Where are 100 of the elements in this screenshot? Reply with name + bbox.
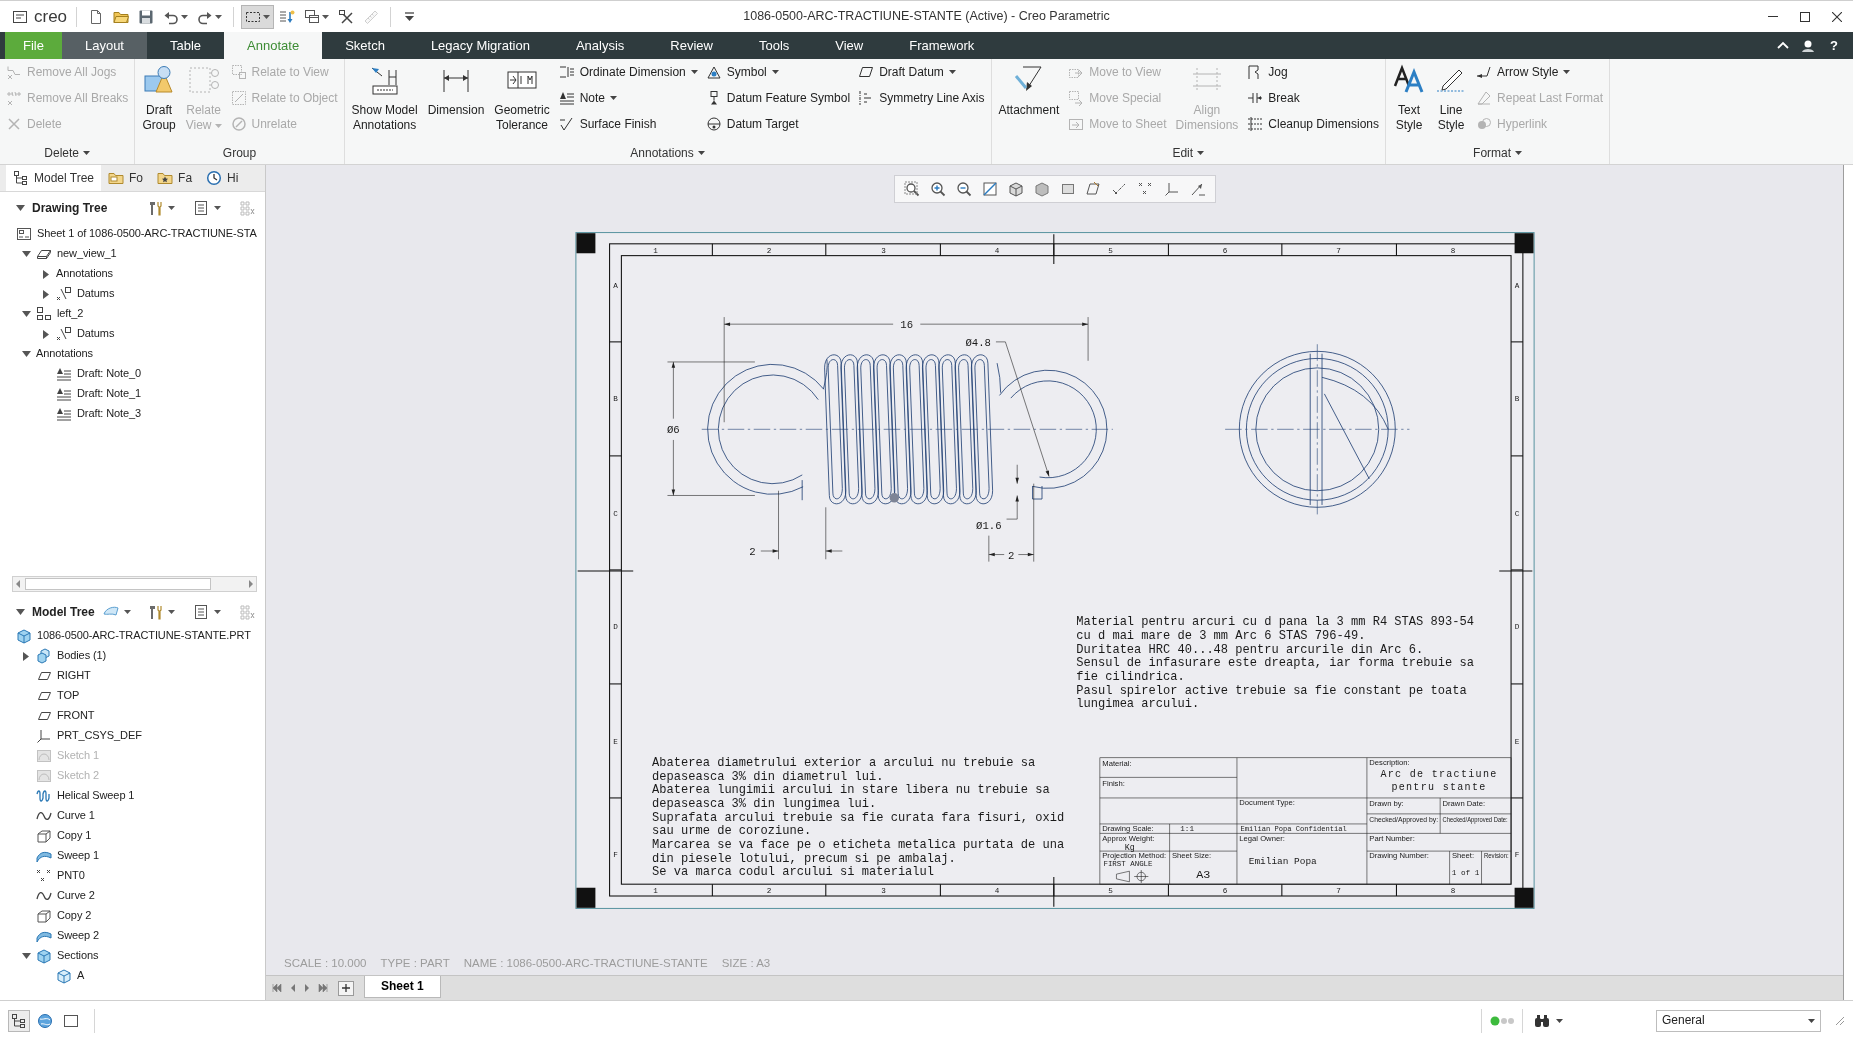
- ribbon-tab[interactable]: Annotate: [224, 32, 323, 59]
- panel-tab[interactable]: Fa: [150, 165, 200, 191]
- ribbon-button[interactable]: Attachment: [995, 59, 1063, 118]
- filter-dropdown[interactable]: General: [1656, 1009, 1821, 1032]
- tree-item[interactable]: left_2: [16, 304, 84, 324]
- ribbon-button[interactable]: Draft Datum: [856, 59, 987, 85]
- cube-icon[interactable]: [1007, 181, 1024, 197]
- previous-sheet-icon[interactable]: [290, 984, 296, 992]
- tree-item[interactable]: Bodies (1): [16, 646, 107, 666]
- scrollbar[interactable]: [12, 576, 257, 592]
- panel-tab[interactable]: Model Tree: [6, 165, 102, 191]
- tree-item[interactable]: 1086-0500-ARC-TRACTIUNE-STANTE.PRT: [16, 626, 251, 646]
- tree-item[interactable]: PRT_CSYS_DEF: [16, 726, 142, 746]
- ribbon-tab[interactable]: Review: [647, 32, 736, 59]
- ribbon-tab[interactable]: Table: [147, 32, 225, 59]
- scroll-left-icon[interactable]: [15, 580, 21, 588]
- ribbon-button[interactable]: Datum Feature Symbol: [703, 85, 853, 111]
- tree-item[interactable]: Datums: [36, 324, 115, 344]
- ribbon-tab[interactable]: Tools: [735, 32, 813, 59]
- tree-item[interactable]: Curve 1: [16, 806, 95, 826]
- toggle-button[interactable]: [8, 1009, 30, 1032]
- caret-right-icon[interactable]: [43, 329, 49, 339]
- tree-item[interactable]: PNT0: [16, 866, 85, 886]
- tree-item[interactable]: RIGHT: [16, 666, 91, 686]
- zoom-out-icon[interactable]: [955, 181, 972, 197]
- help-button[interactable]: ?: [1827, 37, 1841, 54]
- caret-right-icon[interactable]: [43, 289, 49, 299]
- list-icon[interactable]: [193, 200, 209, 216]
- tree-item[interactable]: Annotations: [16, 344, 93, 364]
- tree-item[interactable]: A: [36, 966, 85, 986]
- tree-item[interactable]: Helical Sweep 1: [16, 786, 135, 806]
- hexagon-icon[interactable]: [1033, 181, 1050, 197]
- tree-item[interactable]: Draft: Note_3: [36, 404, 142, 424]
- tree-item[interactable]: Curve 2: [16, 886, 95, 906]
- zoom-fit-icon[interactable]: [903, 181, 920, 197]
- axis-icon[interactable]: [1111, 181, 1128, 197]
- ribbon-button[interactable]: Surface Finish: [556, 111, 700, 137]
- ribbon-button[interactable]: Jog: [1245, 59, 1382, 85]
- ribbon-button[interactable]: Dimension: [424, 59, 488, 118]
- tree-item[interactable]: Sheet 1 of 1086-0500-ARC-TRACTIUNE-STA: [16, 224, 257, 244]
- tree-item[interactable]: Sweep 1: [16, 846, 100, 866]
- ribbon-button[interactable]: Text Style: [1390, 59, 1429, 133]
- caret-down-icon[interactable]: [16, 205, 25, 211]
- caret-right-icon[interactable]: [43, 269, 49, 279]
- toolbar-button[interactable]: [241, 4, 275, 29]
- tree-item[interactable]: Datums: [36, 284, 115, 304]
- points-icon[interactable]: [1137, 181, 1154, 197]
- ribbon-button[interactable]: Symmetry Line Axis: [856, 85, 987, 111]
- caret-down-icon[interactable]: [21, 311, 31, 317]
- ribbon-button[interactable]: Note: [556, 85, 700, 111]
- caret-down-icon[interactable]: [21, 351, 31, 357]
- ribbon-tab[interactable]: Sketch: [322, 32, 408, 59]
- caret-down-icon[interactable]: [21, 953, 31, 959]
- collapse-ribbon-icon[interactable]: [1777, 41, 1790, 50]
- tree-item[interactable]: Copy 2: [16, 906, 92, 926]
- add-sheet-button[interactable]: [338, 980, 354, 996]
- ribbon-tab[interactable]: Layout: [61, 32, 147, 59]
- tree-item[interactable]: Copy 1: [16, 826, 92, 846]
- tools-icon[interactable]: [147, 604, 163, 620]
- tree-item[interactable]: Sweep 2: [16, 926, 100, 946]
- ribbon-tab[interactable]: Analysis: [552, 32, 648, 59]
- ribbon-button[interactable]: Symbol: [703, 59, 853, 85]
- next-sheet-icon[interactable]: [304, 984, 310, 992]
- list-icon[interactable]: [193, 604, 209, 620]
- last-sheet-icon[interactable]: [318, 984, 328, 992]
- plane-icon[interactable]: [1085, 181, 1102, 197]
- tree-item[interactable]: Draft: Note_0: [36, 364, 142, 384]
- first-sheet-icon[interactable]: [272, 984, 282, 992]
- caret-right-icon[interactable]: [23, 651, 29, 661]
- tree-item[interactable]: new_view_1: [16, 244, 117, 264]
- ribbon-tab[interactable]: Legacy Migration: [407, 32, 553, 59]
- zoom-in-icon[interactable]: [929, 181, 946, 197]
- panel-tab[interactable]: Fo: [101, 165, 151, 191]
- caret-down-icon[interactable]: [16, 609, 25, 615]
- ribbon-button[interactable]: Break: [1245, 85, 1382, 111]
- ribbon-button[interactable]: Cleanup Dimensions: [1245, 111, 1382, 137]
- ribbon-button[interactable]: Geometric Tolerance: [491, 59, 553, 133]
- caret-down-icon[interactable]: [21, 251, 31, 257]
- group-menu[interactable]: Format: [1471, 145, 1525, 161]
- square-icon[interactable]: [1059, 181, 1076, 197]
- ribbon-button[interactable]: Draft Group: [139, 59, 179, 133]
- tree-item[interactable]: Annotations: [36, 264, 113, 284]
- tree-item[interactable]: TOP: [16, 686, 80, 706]
- scroll-right-icon[interactable]: [248, 580, 254, 588]
- tools-icon[interactable]: [147, 200, 163, 216]
- ribbon-button[interactable]: Arrow Style: [1474, 59, 1606, 85]
- tree-item[interactable]: Sections: [16, 946, 99, 966]
- ribbon-button[interactable]: Line Style: [1432, 59, 1471, 133]
- group-menu[interactable]: Delete: [42, 145, 93, 161]
- group-menu[interactable]: Edit: [1170, 145, 1207, 161]
- user-icon[interactable]: [1801, 38, 1816, 53]
- ribbon-tab[interactable]: Framework: [886, 32, 998, 59]
- repaint-icon[interactable]: [981, 181, 998, 197]
- tree-item[interactable]: FRONT: [16, 706, 95, 726]
- scrollbar-thumb[interactable]: [25, 578, 211, 590]
- ribbon-button[interactable]: Datum Target: [703, 111, 853, 137]
- ribbon-button[interactable]: Ordinate Dimension: [556, 59, 700, 85]
- group-menu[interactable]: Annotations: [628, 145, 707, 161]
- annotation-icon[interactable]: [1189, 181, 1206, 197]
- ribbon-tab[interactable]: View: [812, 32, 887, 59]
